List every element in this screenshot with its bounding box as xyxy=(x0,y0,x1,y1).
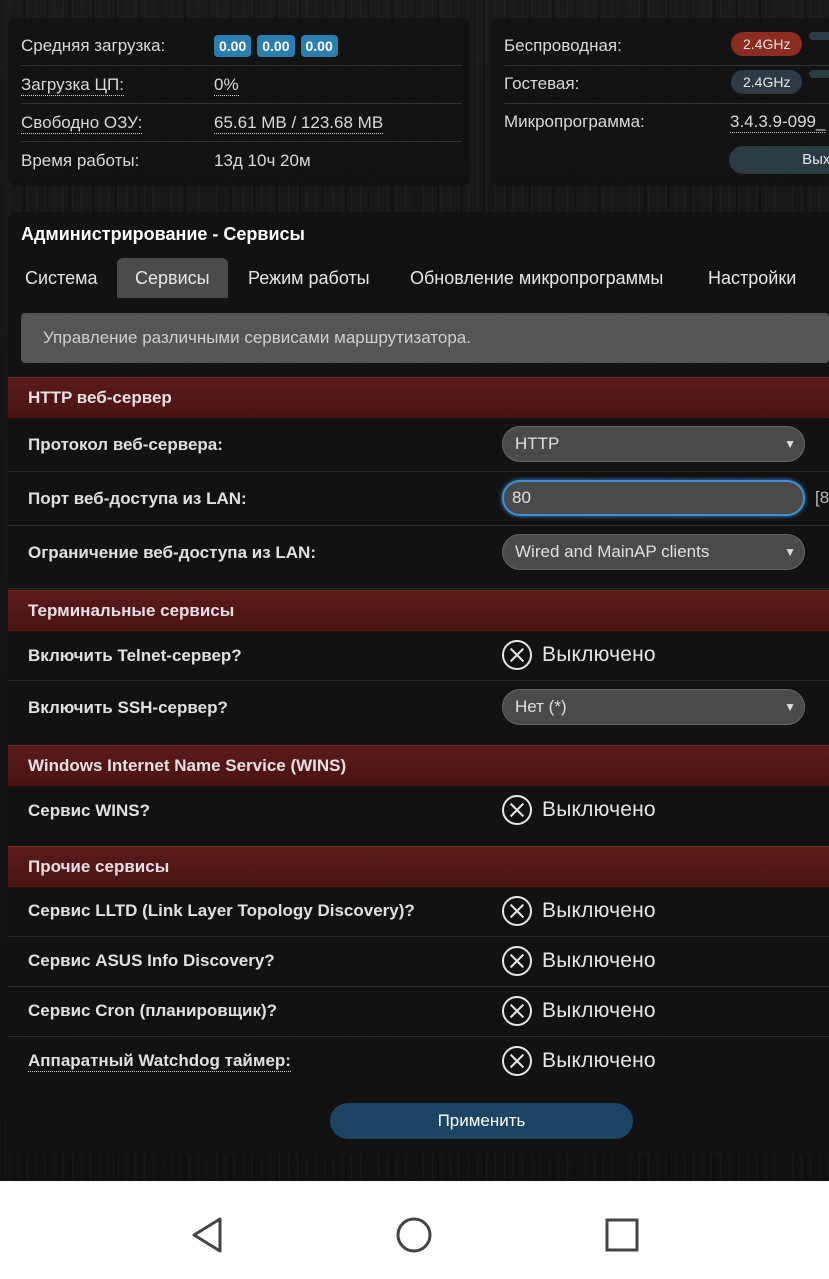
asus-discovery-label: Сервис ASUS Info Discovery? xyxy=(28,951,275,970)
uptime-label: Время работы: xyxy=(21,151,140,170)
system-status-panel: Средняя загрузка: 0.00 0.00 0.00 Загрузка … xyxy=(8,18,470,186)
load-15min-badge: 0.00 xyxy=(300,35,338,57)
tab-bar: Система Сервисы Режим работы Обновление … xyxy=(8,258,829,300)
logout-button[interactable]: Выход xyxy=(729,146,829,174)
asus-discovery-toggle[interactable]: Выключено xyxy=(502,944,656,978)
wins-status: Выключено xyxy=(542,798,656,821)
chevron-down-icon: ▼ xyxy=(784,700,796,714)
close-circle-icon xyxy=(502,996,532,1026)
lltd-toggle[interactable]: Выключено xyxy=(502,894,656,928)
lltd-label: Сервис LLTD (Link Layer Topology Discove… xyxy=(28,901,415,920)
http-protocol-value: HTTP xyxy=(515,434,560,453)
chevron-down-icon: ▼ xyxy=(784,545,796,559)
section-wins-header: Windows Internet Name Service (WINS) xyxy=(8,745,829,787)
admin-services-panel: Администрирование - Сервисы Система Серв… xyxy=(8,212,829,1154)
cron-toggle[interactable]: Выключено xyxy=(502,994,656,1028)
row-wins: Сервис WINS? Выключено xyxy=(8,786,829,844)
section-terminal-title: Терминальные сервисы xyxy=(28,601,235,620)
tab-system[interactable]: Система xyxy=(25,258,98,298)
ram-value[interactable]: 65.61 MB / 123.68 MB xyxy=(214,113,384,134)
guest-band-5g-badge[interactable] xyxy=(809,70,829,78)
cpu-value[interactable]: 0% xyxy=(214,75,239,96)
asus-discovery-status: Выключено xyxy=(542,949,656,972)
uptime-value: 13д 10ч 20м xyxy=(214,151,311,170)
guest-band-badge[interactable]: 2.4GHz xyxy=(731,70,803,94)
telnet-status: Выключено xyxy=(542,643,656,666)
section-http-title: HTTP веб-сервер xyxy=(28,388,172,407)
cron-label: Сервис Cron (планировщик)? xyxy=(28,1001,278,1020)
lltd-status: Выключено xyxy=(542,899,656,922)
watchdog-toggle[interactable]: Выключено xyxy=(502,1044,656,1078)
tab-services[interactable]: Сервисы xyxy=(117,258,228,298)
row-lltd: Сервис LLTD (Link Layer Topology Discove… xyxy=(8,887,829,937)
row-http-port: Порт веб-доступа из LAN: 80 [8 xyxy=(8,472,829,526)
http-port-value: 80 xyxy=(512,488,531,507)
ram-label[interactable]: Свободно ОЗУ: xyxy=(21,113,143,134)
wireless-band-badge[interactable]: 2.4GHz xyxy=(731,32,803,56)
watchdog-label[interactable]: Аппаратный Watchdog таймер: xyxy=(28,1051,291,1072)
android-nav-bar xyxy=(0,1181,829,1279)
apply-button[interactable]: Применить xyxy=(330,1103,633,1139)
telnet-toggle[interactable]: Выключено xyxy=(502,638,656,672)
section-terminal-header: Терминальные сервисы xyxy=(8,590,829,632)
cpu-label[interactable]: Загрузка ЦП: xyxy=(21,75,124,96)
row-cron: Сервис Cron (планировщик)? Выключено xyxy=(8,987,829,1037)
http-port-label: Порт веб-доступа из LAN: xyxy=(28,489,247,508)
http-restrict-label: Ограничение веб-доступа из LAN: xyxy=(28,543,316,562)
cron-status: Выключено xyxy=(542,999,656,1022)
ssh-select[interactable]: Нет (*) ▼ xyxy=(502,689,805,725)
row-http-restrict: Ограничение веб-доступа из LAN: Wired an… xyxy=(8,526,829,589)
tab-settings[interactable]: Настройки xyxy=(708,258,796,298)
close-circle-icon xyxy=(502,1046,532,1076)
section-wins-title: Windows Internet Name Service (WINS) xyxy=(28,756,347,775)
load-1min-badge: 0.00 xyxy=(214,35,252,57)
section-other-title: Прочие сервисы xyxy=(28,857,170,876)
row-telnet: Включить Telnet-сервер? Выключено xyxy=(8,631,829,681)
chevron-down-icon: ▼ xyxy=(784,437,796,451)
telnet-label: Включить Telnet-сервер? xyxy=(28,646,242,665)
avg-load-label: Средняя загрузка: xyxy=(21,36,166,55)
firmware-version-link[interactable]: 3.4.3.9-099_ xyxy=(730,112,826,133)
tab-firmware-update[interactable]: Обновление микропрограммы xyxy=(410,258,663,298)
wireless-band-5g-badge[interactable] xyxy=(809,32,829,40)
wins-label: Сервис WINS? xyxy=(28,801,150,820)
guest-label: Гостевая: xyxy=(504,74,580,93)
ssh-label: Включить SSH-сервер? xyxy=(28,698,228,717)
page-description: Управление различными сервисами маршрути… xyxy=(21,313,829,363)
http-restrict-value: Wired and MainAP clients xyxy=(515,542,710,561)
wireless-label: Беспроводная: xyxy=(504,36,622,55)
back-icon[interactable] xyxy=(188,1215,228,1255)
http-restrict-select[interactable]: Wired and MainAP clients ▼ xyxy=(502,534,805,570)
section-other-header: Прочие сервисы xyxy=(8,846,829,888)
close-circle-icon xyxy=(502,640,532,670)
watchdog-status: Выключено xyxy=(542,1049,656,1072)
row-watchdog: Аппаратный Watchdog таймер: Выключено xyxy=(8,1037,829,1086)
section-http-header: HTTP веб-сервер xyxy=(8,377,829,419)
page-title: Администрирование - Сервисы xyxy=(21,224,305,244)
http-protocol-label: Протокол веб-сервера: xyxy=(28,435,223,454)
http-protocol-select[interactable]: HTTP ▼ xyxy=(502,426,805,462)
row-asus-discovery: Сервис ASUS Info Discovery? Выключено xyxy=(8,937,829,987)
row-ssh: Включить SSH-сервер? Нет (*) ▼ xyxy=(8,681,829,743)
ssh-value: Нет (*) xyxy=(515,697,567,716)
wins-toggle[interactable]: Выключено xyxy=(502,793,656,827)
load-5min-badge: 0.00 xyxy=(257,35,295,57)
home-icon[interactable] xyxy=(394,1215,434,1255)
recents-icon[interactable] xyxy=(602,1215,642,1255)
http-port-input[interactable]: 80 xyxy=(502,480,805,516)
http-port-hint: [8 xyxy=(815,488,829,507)
close-circle-icon xyxy=(502,795,532,825)
logout-label: Выход xyxy=(802,151,829,168)
row-http-protocol: Протокол веб-сервера: HTTP ▼ xyxy=(8,418,829,472)
tab-operation-mode[interactable]: Режим работы xyxy=(248,258,370,298)
close-circle-icon xyxy=(502,896,532,926)
firmware-label: Микропрограмма: xyxy=(504,112,645,131)
network-status-panel: Беспроводная: 2.4GHz Гостевая: 2.4GHz Ми… xyxy=(491,18,829,186)
close-circle-icon xyxy=(502,946,532,976)
